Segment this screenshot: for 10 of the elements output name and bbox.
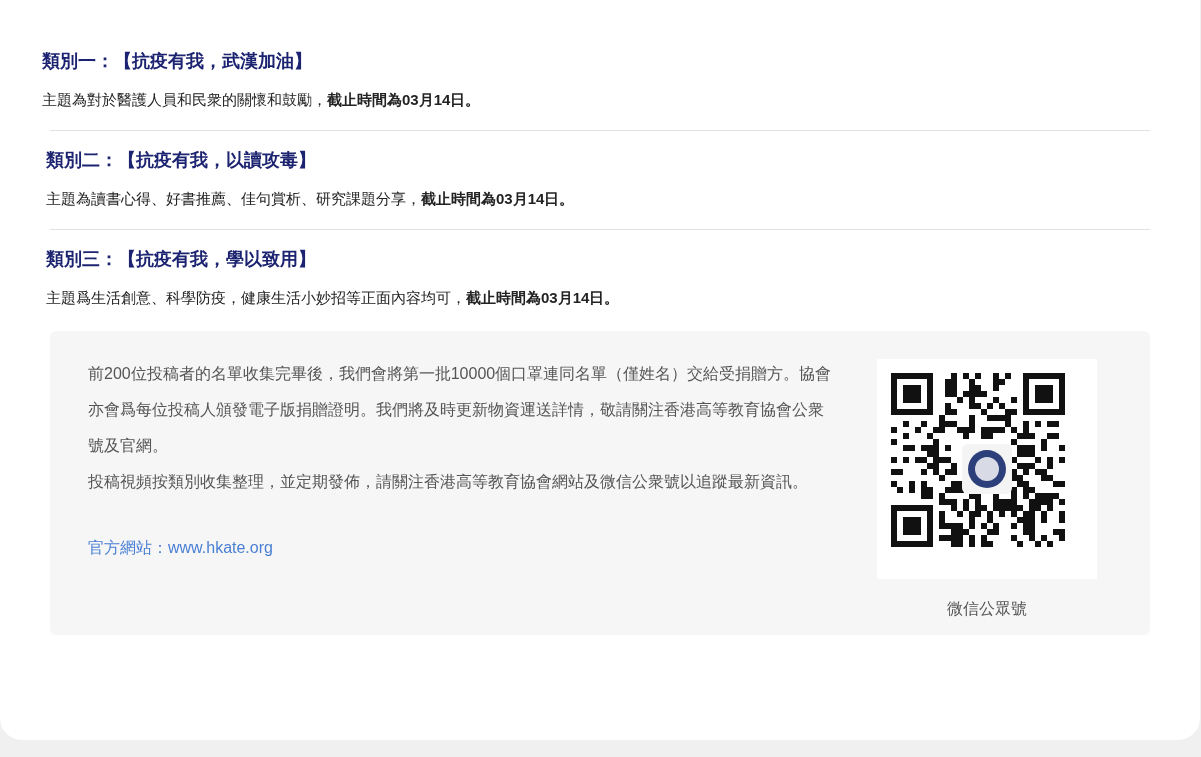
category-description: 主題為讀書心得、好書推薦、佳句賞析、研究課題分享，截止時間為03月14日。 <box>46 189 576 209</box>
category-title: 類別一：【抗疫有我，武漢加油】 <box>42 50 312 73</box>
notice-paragraph: 投稿視頻按類別收集整理，並定期發佈，請關注香港高等教育協會網站及微信公衆號以追蹤最新資訊。 <box>88 472 809 492</box>
category-title: 類別三：【抗疫有我，學以致用】 <box>46 248 316 271</box>
notice-paragraph: 前200位投稿者的名單收集完畢後，我們會將第一批10000個口罩連同名單（僅姓名）交給受捐贈方。協會亦會爲每位投稿人頒發電子版捐贈證明。我們將及時更新物資運送詳情，敬請關注香港高等教育協會公衆號及官網。 <box>88 364 833 456</box>
qr-caption: 微信公眾號 <box>947 599 1027 619</box>
category-description: 主題爲生活創意、科學防疫，健康生活小妙招等正面內容均可，截止時間為03月14日。 <box>46 288 621 308</box>
website-link[interactable]: 官方網站：www.hkate.org <box>88 538 273 559</box>
category-description: 主題為對於醫護人員和民衆的關懷和鼓勵，截止時間為03月14日。 <box>42 90 482 110</box>
category-title: 類別二：【抗疫有我，以讀攻毒】 <box>46 149 316 172</box>
